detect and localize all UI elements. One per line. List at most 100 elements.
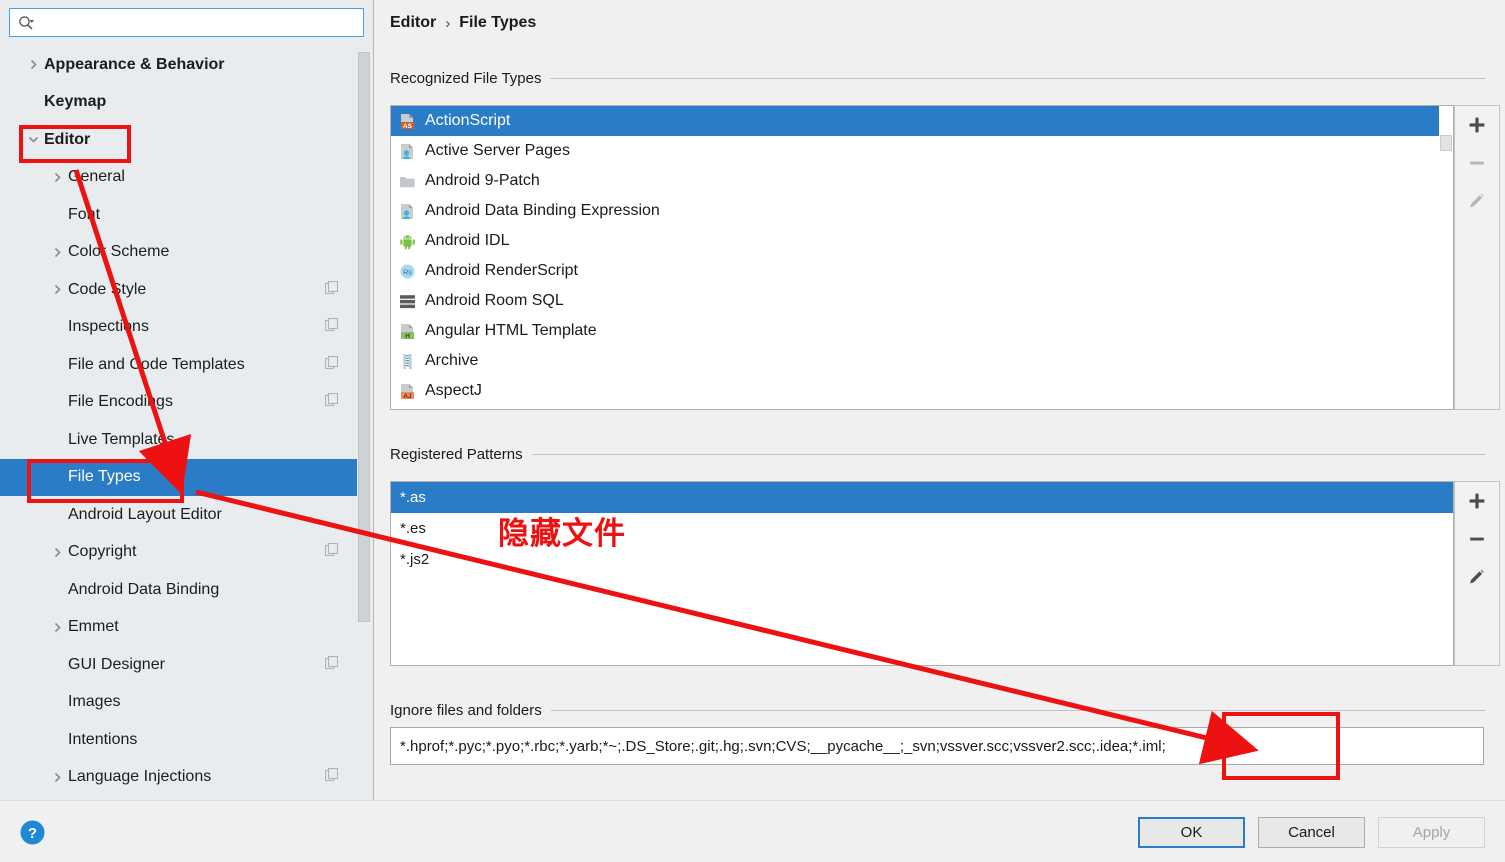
ignore-files-input[interactable] xyxy=(391,736,1483,756)
copy-settings-icon[interactable] xyxy=(324,318,339,336)
registered-patterns-section-header: Registered Patterns xyxy=(390,446,1485,463)
file-type-row[interactable]: Android Data Binding Expression xyxy=(391,196,1453,226)
add-pattern-button[interactable] xyxy=(1455,482,1499,520)
sidebar-item-label: Language Injections xyxy=(68,768,212,786)
svg-text:H: H xyxy=(405,333,410,340)
copy-settings-icon[interactable] xyxy=(324,543,339,561)
copy-settings-icon[interactable] xyxy=(324,655,339,674)
breadcrumb-current: File Types xyxy=(459,14,537,31)
chevron-right-icon[interactable] xyxy=(46,772,68,783)
file-type-row[interactable]: Archive xyxy=(391,346,1453,376)
file-type-label: Angular HTML Template xyxy=(425,322,597,339)
file-type-row[interactable]: Android Room SQL xyxy=(391,286,1453,316)
chevron-right-icon[interactable] xyxy=(46,172,68,183)
sidebar-item-file-and-code-templates[interactable]: File and Code Templates xyxy=(0,346,362,384)
chevron-down-icon[interactable] xyxy=(22,134,44,145)
settings-sidebar: Appearance & Behavior Keymap Editor General… xyxy=(0,0,374,800)
sidebar-item-appearance-behavior[interactable]: Appearance & Behavior xyxy=(0,46,362,84)
ok-button[interactable]: OK xyxy=(1138,817,1245,848)
sidebar-item-label: File Types xyxy=(68,468,141,486)
sidebar-item-android-data-binding[interactable]: Android Data Binding xyxy=(0,571,362,609)
copy-settings-icon[interactable] xyxy=(324,393,339,411)
apply-button: Apply xyxy=(1378,817,1485,848)
registered-patterns-toolbar[interactable] xyxy=(1454,481,1500,666)
file-aj-icon: AJ xyxy=(399,383,425,400)
chevron-right-icon[interactable] xyxy=(46,547,68,558)
copy-settings-icon[interactable] xyxy=(324,768,339,786)
file-type-row[interactable]: Rs Android RenderScript xyxy=(391,256,1453,286)
file-type-row[interactable]: AJ AspectJ xyxy=(391,376,1453,406)
pattern-label: *.es xyxy=(400,520,426,537)
edit-pattern-button[interactable] xyxy=(1455,558,1499,596)
breadcrumb: Editor › File Types xyxy=(390,14,536,32)
sidebar-item-live-templates[interactable]: Live Templates xyxy=(0,421,362,459)
file-type-label: AspectJ xyxy=(425,382,482,399)
recognized-file-types-list[interactable]: AS ActionScript Active Server Pages Android… xyxy=(390,105,1454,410)
sidebar-scrollbar-thumb[interactable] xyxy=(358,52,370,622)
sidebar-item-label: Keymap xyxy=(44,93,107,111)
sidebar-item-general[interactable]: General xyxy=(0,159,362,197)
section-divider-rule xyxy=(550,710,1485,711)
sidebar-item-file-types[interactable]: File Types xyxy=(0,458,362,496)
svg-text:Rs: Rs xyxy=(403,267,412,276)
sidebar-item-emmet[interactable]: Emmet xyxy=(0,609,362,647)
recognized-list-scrollbar-track[interactable] xyxy=(1439,106,1453,409)
sidebar-item-color-scheme[interactable]: Color Scheme xyxy=(0,234,362,272)
sidebar-item-language-injections[interactable]: Language Injections xyxy=(0,759,362,797)
sidebar-item-images[interactable]: Images xyxy=(0,684,362,722)
file-type-row[interactable]: H Angular HTML Template xyxy=(391,316,1453,346)
sidebar-item-file-encodings[interactable]: File Encodings xyxy=(0,384,362,422)
sidebar-item-editor[interactable]: Editor xyxy=(0,121,362,159)
file-type-row[interactable]: Active Server Pages xyxy=(391,136,1453,166)
folder-icon xyxy=(399,173,425,190)
chevron-right-icon[interactable] xyxy=(46,284,68,295)
sidebar-item-intentions[interactable]: Intentions xyxy=(0,721,362,759)
add-file-type-button[interactable] xyxy=(1455,106,1499,144)
chevron-right-icon[interactable] xyxy=(22,59,44,70)
android-robot-icon xyxy=(399,233,425,250)
file-type-row[interactable]: Android IDL xyxy=(391,226,1453,256)
settings-tree[interactable]: Appearance & Behavior Keymap Editor General… xyxy=(0,46,362,800)
chevron-right-icon[interactable] xyxy=(46,247,68,258)
copy-settings-icon[interactable] xyxy=(324,355,339,374)
file-type-row[interactable]: Android 9-Patch xyxy=(391,166,1453,196)
file-asp-icon xyxy=(399,203,425,220)
pattern-label: *.js2 xyxy=(400,551,430,568)
copy-settings-icon[interactable] xyxy=(324,280,339,299)
sidebar-item-gui-designer[interactable]: GUI Designer xyxy=(0,646,362,684)
breadcrumb-parent[interactable]: Editor xyxy=(390,14,436,32)
remove-pattern-button[interactable] xyxy=(1455,520,1499,558)
ignore-files-field[interactable] xyxy=(390,727,1484,765)
chevron-right-icon: › xyxy=(445,14,451,32)
ignore-files-title: Ignore files and folders xyxy=(390,702,542,719)
help-button[interactable]: ? xyxy=(20,820,45,845)
search-field[interactable] xyxy=(9,8,364,37)
pattern-row[interactable]: *.js2 xyxy=(391,544,1453,575)
chevron-right-icon[interactable] xyxy=(46,622,68,633)
pattern-row[interactable]: *.as xyxy=(391,482,1453,513)
recognized-file-types-title: Recognized File Types xyxy=(390,70,542,87)
file-type-label: Android 9-Patch xyxy=(425,172,540,189)
cancel-button[interactable]: Cancel xyxy=(1258,817,1365,848)
pattern-row[interactable]: *.es xyxy=(391,513,1453,544)
sidebar-item-code-style[interactable]: Code Style xyxy=(0,271,362,309)
pattern-label: *.as xyxy=(400,489,426,506)
search-icon xyxy=(18,15,34,31)
sidebar-item-inspections[interactable]: Inspections xyxy=(0,309,362,347)
sidebar-item-font[interactable]: Font xyxy=(0,196,362,234)
recognized-list-scrollbar-thumb[interactable] xyxy=(1440,135,1452,151)
registered-patterns-list[interactable]: *.as *.es *.js2 xyxy=(390,481,1454,666)
svg-text:AJ: AJ xyxy=(403,393,412,400)
sidebar-item-android-layout-editor[interactable]: Android Layout Editor xyxy=(0,496,362,534)
edit-file-type-button xyxy=(1455,182,1499,220)
search-input[interactable] xyxy=(34,10,363,35)
svg-text:AS: AS xyxy=(403,123,413,130)
recognized-file-types-toolbar[interactable] xyxy=(1454,105,1500,410)
file-type-row[interactable]: AS ActionScript xyxy=(391,106,1453,136)
ignore-files-section-header: Ignore files and folders xyxy=(390,702,1485,719)
sidebar-item-copyright[interactable]: Copyright xyxy=(0,534,362,572)
zip-archive-icon xyxy=(399,353,425,370)
file-asp-icon xyxy=(399,143,425,160)
sidebar-item-keymap[interactable]: Keymap xyxy=(0,84,362,122)
file-type-label: Android Room SQL xyxy=(425,292,564,309)
